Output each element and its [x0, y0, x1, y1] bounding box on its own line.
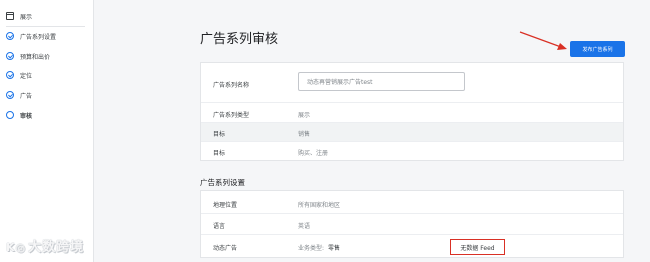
calendar-icon: [6, 12, 14, 20]
check-circle-icon: [6, 71, 14, 79]
row-label: 广告系列名称: [213, 82, 250, 89]
goal-conversions-row: 目标 购买、注册: [201, 142, 623, 161]
business-type-value: 零售: [328, 245, 341, 252]
sidebar-item-label: 预算和出价: [20, 53, 51, 61]
sidebar-item-label: 审核: [20, 112, 33, 120]
publish-campaign-button[interactable]: 发布广告系列: [570, 41, 625, 57]
sidebar-item-label: 广告系列设置: [20, 33, 57, 41]
row-value: 所有国家和地区: [298, 202, 341, 209]
row-value: 展示: [298, 112, 311, 119]
sidebar-item-targeting[interactable]: 定位: [6, 67, 89, 83]
row-label: 地理位置: [213, 202, 238, 209]
row-label: 动态广告: [213, 245, 238, 252]
row-label: 语言: [213, 223, 226, 230]
check-circle-icon: [6, 32, 14, 40]
business-type: 业务类型: 零售 无数据 Feed: [298, 239, 505, 255]
check-circle-icon: [6, 52, 14, 60]
sidebar-item-label: 定位: [20, 72, 33, 80]
campaign-type-row: 广告系列类型 展示: [201, 103, 623, 123]
sidebar-divider: [6, 26, 85, 27]
location-row: 地理位置 所有国家和地区: [201, 191, 623, 214]
sidebar-item-review[interactable]: 审核: [6, 107, 89, 123]
campaign-name-value: 动态再营销展示广告test: [307, 79, 373, 86]
row-value: 英语: [298, 223, 311, 230]
campaign-name-row: 广告系列名称 动态再营销展示广告test: [201, 63, 623, 103]
dynamic-ads-row: 动态广告 业务类型: 零售 无数据 Feed: [201, 235, 623, 259]
sidebar-item-label: 广告: [20, 92, 33, 100]
sidebar-item-campaign-settings[interactable]: 广告系列设置: [6, 28, 89, 44]
watermark-text: 大数跨境: [28, 240, 85, 255]
business-type-label: 业务类型:: [298, 245, 325, 252]
row-value: 销售: [298, 131, 311, 138]
empty-circle-icon: [6, 111, 14, 119]
check-circle-icon: [6, 91, 14, 99]
section-title: 广告系列设置: [200, 178, 245, 187]
language-row: 语言 英语: [201, 214, 623, 235]
campaign-summary-card: 广告系列名称 动态再营销展示广告test 广告系列类型 展示 目标 销售 目标 …: [200, 62, 624, 161]
watermark-logo: K◎ 大数跨境: [6, 240, 85, 255]
campaign-settings-card: 地理位置 所有国家和地区 语言 英语 动态广告 业务类型: 零售 无数据 Feed: [200, 190, 624, 258]
sidebar-header-display[interactable]: 展示: [6, 8, 89, 24]
campaign-name-input[interactable]: 动态再营销展示广告test: [298, 72, 465, 91]
row-label: 目标: [213, 131, 226, 138]
row-label: 广告系列类型: [213, 112, 250, 119]
row-label: 目标: [213, 150, 226, 157]
no-data-feed-badge: 无数据 Feed: [450, 239, 505, 255]
sidebar-item-budget-bidding[interactable]: 预算和出价: [6, 48, 89, 64]
sidebar-header-label: 展示: [20, 13, 33, 21]
goal-row: 目标 销售: [201, 123, 623, 142]
page-title: 广告系列审核: [200, 32, 279, 47]
sidebar: 展示 广告系列设置 预算和出价 定位 广告 审核: [0, 0, 94, 262]
row-value: 购买、注册: [298, 150, 329, 157]
sidebar-item-ads[interactable]: 广告: [6, 87, 89, 103]
